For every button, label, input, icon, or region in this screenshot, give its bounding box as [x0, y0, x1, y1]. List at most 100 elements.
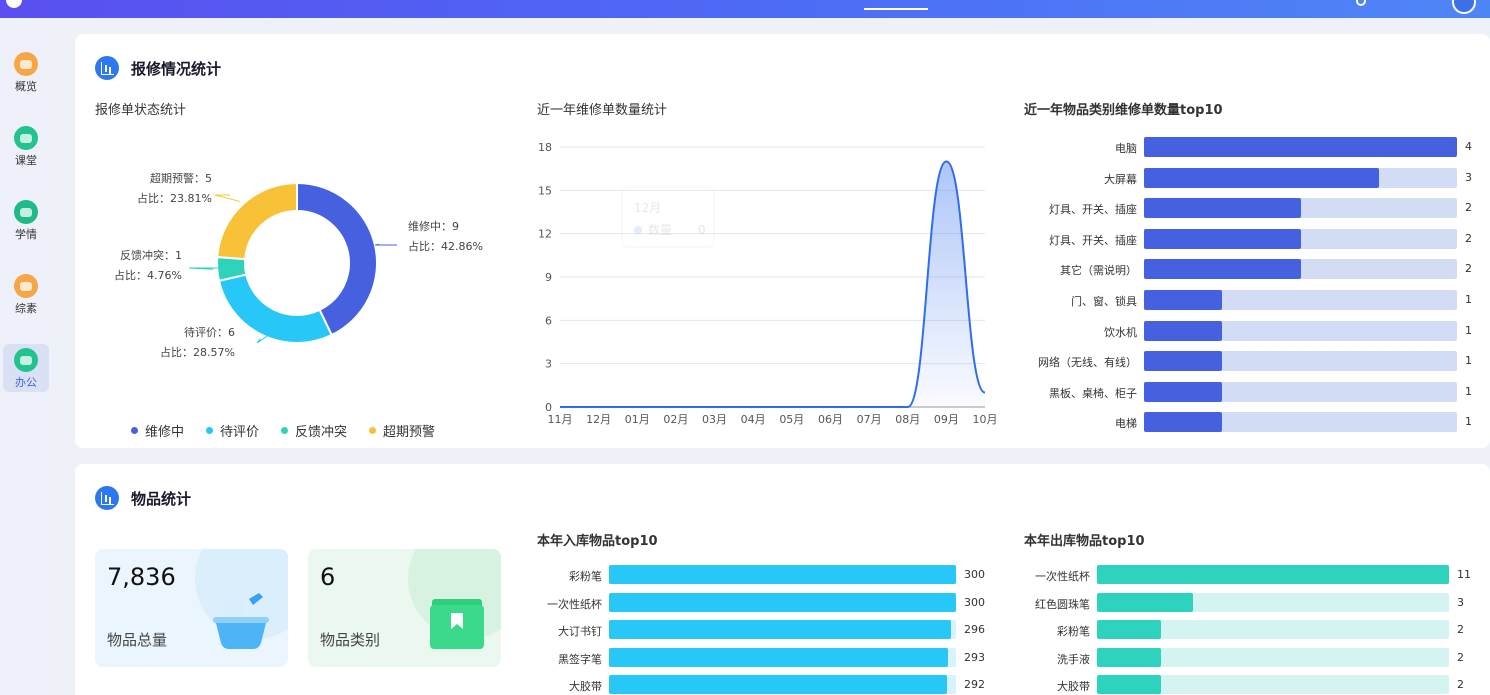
bar-value-label: 2: [1465, 231, 1472, 245]
bar-category-label: 一次性纸杯: [1035, 570, 1090, 583]
bar[interactable]: [1144, 198, 1301, 219]
sidebar-item-4[interactable]: 办公: [3, 344, 49, 392]
bar[interactable]: [609, 592, 956, 612]
bar-value-label: 296: [964, 623, 985, 636]
nav-icon: [14, 200, 38, 224]
bar[interactable]: [609, 675, 947, 694]
legend-item[interactable]: 超期预警: [369, 421, 435, 440]
bar[interactable]: [1144, 351, 1223, 372]
basket-icon: [213, 593, 269, 649]
donut-slice[interactable]: [216, 181, 298, 261]
active-tab-indicator: [864, 8, 928, 10]
bar-category-label: 大屏幕: [1104, 172, 1137, 186]
bar-value-label: 1: [1465, 293, 1472, 306]
sidebar-item-label: 概览: [15, 80, 37, 93]
bar-value-label: 1: [1465, 354, 1472, 368]
legend-label: 待评价: [220, 425, 260, 440]
y-tick-label: 12: [538, 228, 552, 241]
x-tick-label: 05月: [779, 413, 804, 426]
legend-dot: [131, 427, 138, 434]
bar[interactable]: [1144, 412, 1223, 433]
bar[interactable]: [1144, 167, 1379, 188]
bar-category-label: 灯具、开关、插座: [1049, 233, 1137, 247]
bar-track: [1144, 320, 1457, 341]
label-leader-line: [374, 243, 397, 246]
legend-label: 反馈冲突: [295, 425, 348, 440]
bar[interactable]: [1144, 320, 1223, 341]
total-goods-card[interactable]: 7,836 物品总量: [95, 549, 288, 667]
chart-title: 近一年维修单数量统计: [537, 103, 668, 118]
slice-label: 维修中：9: [408, 219, 459, 233]
label-leader-line: [188, 267, 219, 270]
bar-value-label: 2: [1465, 262, 1472, 276]
bell-icon[interactable]: [1356, 0, 1366, 6]
slice-percent: 占比：28.57%: [160, 345, 235, 359]
donut-slice[interactable]: [217, 273, 334, 344]
goods-types-card[interactable]: 6 物品类别: [308, 549, 501, 667]
slice-percent: 占比：4.76%: [114, 268, 182, 282]
bar-category-label: 电梯: [1115, 417, 1137, 431]
bar[interactable]: [609, 647, 948, 667]
x-tick-label: 04月: [741, 413, 766, 426]
bar-value-label: 2: [1457, 678, 1464, 691]
sidebar-item-3[interactable]: 综素: [3, 270, 49, 318]
bar[interactable]: [1144, 259, 1301, 280]
x-tick-label: 08月: [895, 413, 920, 426]
bar-category-label: 大胶带: [1057, 680, 1090, 693]
monthly-area-chart: 0 3 6 9 12 15 18 11月 12月 01月 02月 03月 04月 05月 06月 07月 08月…: [538, 141, 998, 426]
bar-value-label: 3: [1457, 595, 1464, 609]
bar-track: [1144, 198, 1457, 219]
y-tick-label: 15: [538, 184, 552, 197]
bar[interactable]: [1144, 290, 1223, 310]
slice-label: 反馈冲突：1: [120, 248, 182, 262]
bar-track: [1144, 412, 1457, 433]
legend-item[interactable]: 待评价: [206, 421, 259, 440]
bar-value-label: 1: [1465, 384, 1472, 398]
bar[interactable]: [1144, 381, 1223, 402]
sidebar-item-0[interactable]: 概览: [3, 48, 49, 96]
bar[interactable]: [609, 620, 952, 639]
legend-item[interactable]: 维修中: [131, 421, 184, 440]
chart-title: 本年入库物品top10: [537, 534, 658, 549]
slice-percent: 占比：42.86%: [408, 239, 483, 253]
label-leader-line: [214, 194, 240, 202]
avatar[interactable]: [1452, 0, 1476, 14]
goods-section-header: 物品统计: [95, 486, 191, 510]
bar-track: [609, 592, 956, 612]
chart-title: 近一年物品类别维修单数量top10: [1024, 103, 1223, 118]
legend-item[interactable]: 反馈冲突: [281, 421, 347, 440]
sidebar-item-2[interactable]: 学情: [3, 196, 49, 244]
bar-value-label: 292: [964, 678, 985, 691]
bar-category-label: 电脑: [1115, 142, 1137, 155]
app-logo: [6, 0, 22, 8]
sidebar-item-1[interactable]: 课堂: [3, 122, 49, 170]
nav-icon: [14, 52, 38, 76]
bar-track: [1097, 620, 1449, 639]
total-goods-value: 7,836: [107, 563, 176, 591]
bar[interactable]: [1097, 675, 1161, 694]
x-tick-label: 02月: [663, 413, 688, 426]
nav-icon: [14, 126, 38, 150]
donut-slice[interactable]: [296, 181, 378, 337]
sidebar-item-label: 课堂: [15, 154, 37, 167]
bar[interactable]: [1097, 620, 1161, 639]
bar-chart-icon: [95, 56, 119, 80]
bar-category-label: 一次性纸杯: [547, 597, 602, 611]
outbound-bar-chart: 一次性纸杯 11 红色圆珠笔 3 彩粉笔 2 洗手液 2 大胶带 2: [1020, 565, 1490, 695]
bar-track: [1097, 565, 1449, 584]
bar[interactable]: [1097, 647, 1161, 667]
tooltip: 12月数量 0: [621, 186, 715, 248]
bar-track: [1144, 167, 1457, 188]
x-tick-label: 01月: [625, 413, 650, 426]
bar-value-label: 3: [1465, 170, 1472, 184]
bar[interactable]: [1144, 228, 1301, 249]
bar[interactable]: [1144, 137, 1457, 157]
y-tick-label: 18: [538, 141, 552, 154]
svg-text:数量: 数量: [648, 222, 672, 237]
bar-value-label: 293: [964, 650, 985, 664]
bar[interactable]: [609, 565, 956, 584]
x-tick-label: 03月: [702, 413, 727, 426]
bar[interactable]: [1097, 592, 1193, 612]
bar[interactable]: [1097, 565, 1449, 584]
y-tick-label: 9: [545, 271, 552, 284]
